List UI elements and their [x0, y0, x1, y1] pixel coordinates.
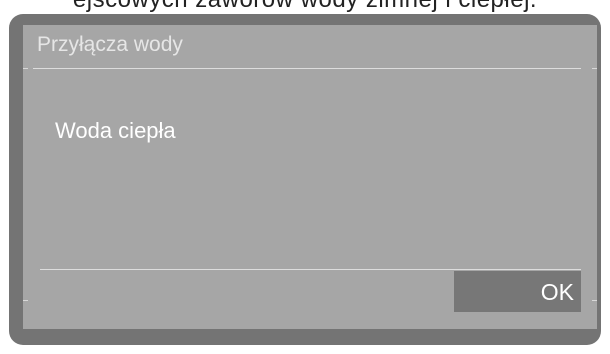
footer-divider: [40, 269, 581, 270]
cropped-caption-strip: ejscowych zaworów wody zimnej i ciepłej.: [0, 0, 610, 14]
left-edge-tick-bottom: [23, 300, 28, 301]
cropped-caption-text: ejscowych zaworów wody zimnej i ciepłej.: [0, 0, 610, 13]
ok-button[interactable]: OK: [454, 271, 581, 312]
title-divider: [33, 68, 581, 69]
selected-option-text: Woda ciepła: [55, 118, 176, 143]
right-edge-tick-top: [592, 68, 597, 69]
dialog-title: Przyłącza wody: [37, 33, 183, 56]
left-edge-tick-top: [23, 68, 28, 69]
right-edge-tick-bottom: [592, 300, 597, 301]
